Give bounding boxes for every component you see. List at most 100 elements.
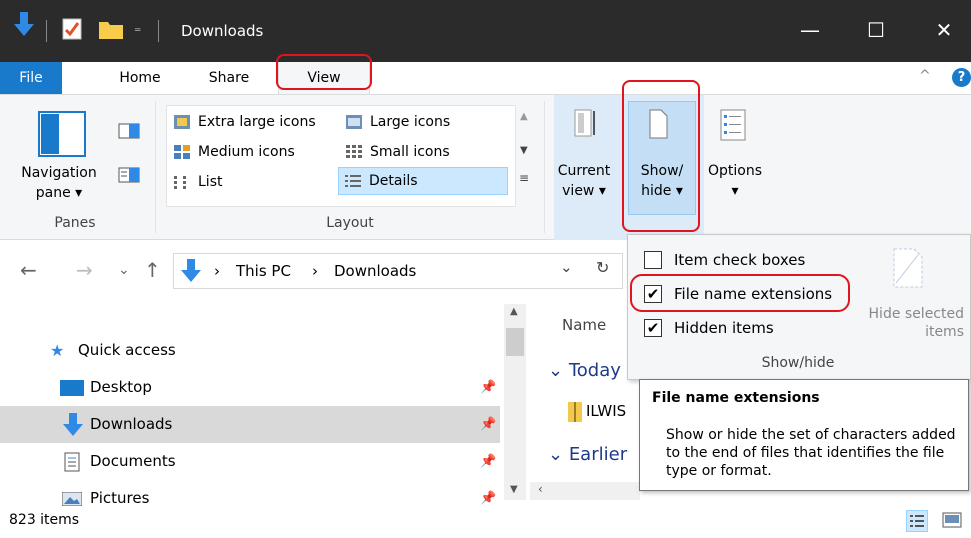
tab-view[interactable]: View (278, 62, 370, 94)
file-ilwis[interactable]: ILWIS (586, 402, 626, 420)
scrollbar-thumb[interactable] (506, 328, 524, 356)
nav-item-documents-label: Documents (90, 452, 176, 470)
layout-large-icons[interactable]: Large icons (340, 109, 450, 135)
gallery-scroll-down-icon[interactable]: ▼ (520, 145, 528, 156)
tab-file[interactable]: File (0, 62, 62, 94)
window-title: Downloads (181, 22, 264, 40)
qat-customize-icon[interactable]: ₌ (134, 20, 141, 36)
forward-arrow-icon[interactable]: → (76, 258, 93, 282)
qat-divider (46, 20, 47, 42)
options-button[interactable]: Options ▾ (700, 161, 770, 201)
scroll-up-icon[interactable]: ▲ (510, 306, 518, 317)
details-view-icon (910, 515, 924, 527)
nav-item-pictures[interactable]: Pictures 📌 (0, 480, 500, 512)
desktop-icon (60, 380, 84, 396)
documents-icon (64, 452, 80, 472)
layout-extra-large-icons-label: Extra large icons (198, 114, 316, 130)
layout-details[interactable]: Details (338, 167, 508, 195)
nav-item-downloads[interactable]: Downloads 📌 (0, 406, 500, 443)
address-bar[interactable]: › This PC › Downloads (173, 253, 623, 289)
hidden-items-checkbox[interactable]: ✔ (644, 319, 662, 337)
nav-pane-scrollbar[interactable]: ▲ ▼ (504, 304, 526, 500)
title-bar: ₌ Downloads — ☐ ✕ (0, 0, 971, 62)
maximize-button[interactable]: ☐ (856, 14, 896, 46)
breadcrumb-downloads[interactable]: Downloads (334, 262, 416, 280)
details-icon (345, 174, 361, 188)
large-icons-icon (346, 115, 362, 129)
hide-selected-label-2: items (925, 324, 964, 340)
column-header-name[interactable]: Name (562, 316, 606, 334)
tab-home[interactable]: Home (104, 62, 176, 94)
group-separator (155, 101, 156, 233)
minimize-button[interactable]: — (790, 14, 830, 46)
layout-medium-icons[interactable]: Medium icons (168, 139, 295, 165)
gallery-expand-icon[interactable]: ≡ (519, 171, 529, 185)
downloads-icon (62, 412, 84, 438)
tooltip-title: File name extensions (652, 390, 820, 406)
nav-quick-access-label: Quick access (78, 341, 176, 359)
pin-icon[interactable]: 📌 (480, 369, 496, 406)
navigation-pane-button[interactable]: Navigation pane ▾ (4, 163, 114, 203)
details-view-toggle[interactable] (906, 510, 928, 532)
recent-locations-icon[interactable]: ⌄ (118, 262, 130, 278)
layout-large-icons-label: Large icons (370, 114, 451, 130)
pin-icon[interactable]: 📌 (480, 406, 496, 443)
preview-pane-icon[interactable] (118, 123, 140, 139)
large-icons-view-toggle[interactable] (942, 512, 962, 530)
pictures-icon (62, 492, 82, 506)
group-earlier[interactable]: ⌄ Earlier (548, 444, 627, 465)
layout-extra-large-icons[interactable]: Extra large icons (168, 109, 316, 135)
file-list-hscrollbar[interactable]: ‹ (530, 482, 640, 500)
show-hide-dropdown: Item check boxes ✔ File name extensions … (627, 234, 971, 380)
help-icon[interactable]: ? (952, 68, 971, 87)
qat-divider-2 (158, 20, 159, 42)
scroll-down-icon[interactable]: ▼ (510, 484, 518, 495)
breadcrumb-separator-2[interactable]: › (312, 262, 318, 280)
pin-icon[interactable]: 📌 (480, 480, 496, 512)
layout-list-label: List (198, 174, 223, 190)
file-name-extensions-label: File name extensions (674, 285, 833, 303)
layout-small-icons[interactable]: Small icons (340, 139, 450, 165)
small-icons-icon (346, 145, 362, 159)
group-separator-2 (544, 101, 545, 233)
nav-item-desktop[interactable]: Desktop 📌 (0, 369, 500, 406)
new-folder-icon[interactable] (98, 18, 124, 40)
close-button[interactable]: ✕ (924, 14, 964, 46)
scroll-left-icon[interactable]: ‹ (538, 482, 543, 496)
refresh-icon[interactable]: ↻ (596, 258, 609, 277)
hide-selected-items-button[interactable]: Hide selected items (854, 305, 964, 341)
panes-group-label: Panes (54, 215, 96, 231)
navigation-pane-label-1: Navigation (21, 165, 97, 181)
breadcrumb-separator[interactable]: › (214, 262, 220, 280)
hide-selected-label-1: Hide selected (868, 306, 964, 322)
show-hide-label-1: Show/ (640, 163, 684, 179)
navigation-pane-label-2: pane ▾ (35, 185, 83, 201)
layout-list[interactable]: List (168, 169, 222, 195)
item-check-boxes-checkbox[interactable] (644, 251, 662, 269)
properties-icon[interactable] (62, 18, 82, 40)
show-hide-label-2: hide ▾ (641, 183, 683, 199)
options-label-1: Options (707, 163, 763, 179)
pin-icon[interactable]: 📌 (480, 443, 496, 480)
up-arrow-icon[interactable]: ↑ (144, 258, 161, 282)
address-dropdown-icon[interactable]: ⌄ (560, 258, 573, 276)
tab-share[interactable]: Share (196, 62, 262, 94)
ribbon: Navigation pane ▾ Panes Extra large icon… (0, 94, 971, 241)
address-download-icon (180, 258, 202, 284)
file-name-extensions-checkbox[interactable]: ✔ (644, 285, 662, 303)
breadcrumb-this-pc[interactable]: This PC (236, 262, 291, 280)
current-view-button[interactable]: Current view ▾ (556, 161, 612, 201)
navigation-pane: ★ Quick access Desktop 📌 Downloads 📌 Doc… (0, 302, 500, 512)
nav-item-pictures-label: Pictures (90, 489, 150, 507)
details-pane-icon[interactable] (118, 167, 140, 183)
group-today[interactable]: ⌄ Today (548, 360, 621, 381)
show-hide-button[interactable]: Show/ hide ▾ (628, 161, 696, 201)
collapse-ribbon-button[interactable]: ^ (919, 68, 931, 84)
tooltip: File name extensions Show or hide the se… (639, 379, 969, 491)
ribbon-tabs: File Home Share View ^ ? (0, 62, 971, 94)
nav-item-documents[interactable]: Documents 📌 (0, 443, 500, 480)
back-arrow-icon[interactable]: ← (20, 258, 37, 282)
nav-quick-access[interactable]: ★ Quick access (0, 332, 500, 369)
layout-details-label: Details (369, 173, 418, 189)
gallery-scroll-up-icon[interactable]: ▲ (520, 111, 528, 122)
